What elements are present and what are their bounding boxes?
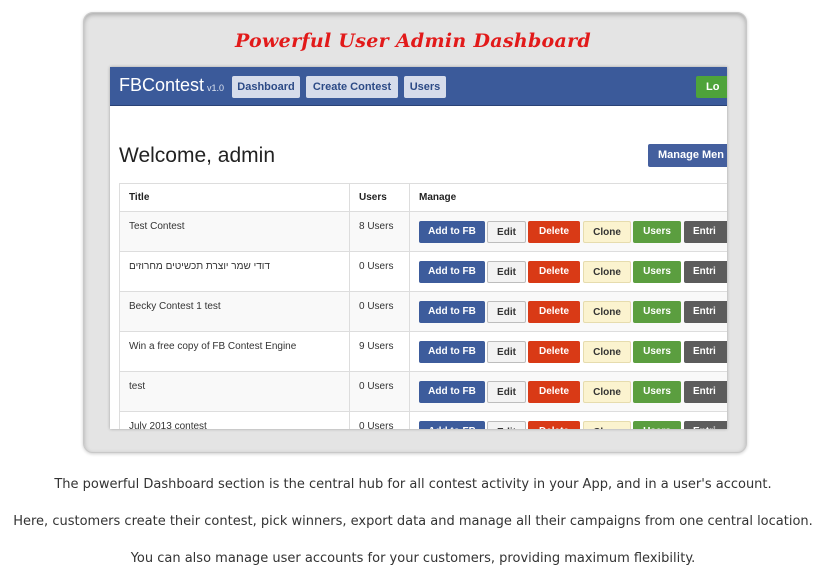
login-button[interactable]: Lo	[696, 76, 727, 98]
add-to-fb-button[interactable]: Add to FB	[419, 341, 485, 363]
edit-button[interactable]: Edit	[487, 421, 526, 429]
table-row: test 0 Users Add to FB Edit Delete Clone Users…	[120, 372, 727, 412]
contest-title: July 2013 contest	[120, 412, 350, 429]
brand-name: FBContest	[119, 75, 205, 95]
caption-3: You can also manage user accounts for yo…	[130, 551, 696, 566]
table-row: Test Contest 8 Users Add to FB Edit Delete Cl…	[120, 212, 727, 252]
contest-users-count: 0 Users	[350, 292, 410, 331]
entries-button[interactable]: Entri	[684, 381, 727, 403]
contest-title: Becky Contest 1 test	[120, 292, 350, 331]
caption-1: The powerful Dashboard section is the ce…	[54, 477, 772, 492]
delete-button[interactable]: Delete	[528, 261, 580, 283]
clone-button[interactable]: Clone	[583, 261, 631, 283]
dashboard-screenshot: FBContest v1.0 Dashboard Create Contest U…	[110, 67, 727, 429]
add-to-fb-button[interactable]: Add to FB	[419, 381, 485, 403]
table-body: Test Contest 8 Users Add to FB Edit Delete Cl…	[120, 212, 727, 429]
contest-users-count: 0 Users	[350, 252, 410, 291]
contest-title: דודי שמר יוצרת תכשיטים מחרוזים	[120, 252, 350, 291]
add-to-fb-button[interactable]: Add to FB	[419, 301, 485, 323]
contests-table: Title Users Manage Test Contest 8 Users Ad…	[119, 183, 727, 429]
users-button[interactable]: Users	[633, 261, 681, 283]
nav-create-contest[interactable]: Create Contest	[306, 76, 398, 98]
header-title: Title	[120, 184, 350, 211]
manage-actions: Add to FBEditDeleteCloneUsersEntri	[410, 372, 727, 411]
edit-button[interactable]: Edit	[487, 301, 526, 323]
brand-version: v1.0	[207, 83, 225, 93]
add-to-fb-button[interactable]: Add to FB	[419, 221, 485, 243]
clone-button[interactable]: Clone	[583, 381, 631, 403]
entries-button[interactable]: Entri	[684, 221, 727, 243]
contest-users-count: 8 Users	[350, 212, 410, 251]
clone-button[interactable]: Clone	[583, 301, 631, 323]
page-title: Welcome, admin	[119, 144, 276, 167]
manage-actions: Add to FBEditDeleteCloneUsersEntri	[410, 332, 727, 371]
clone-button[interactable]: Clone	[583, 221, 631, 243]
clone-button[interactable]: Clone	[583, 421, 631, 429]
contest-title: Win a free copy of FB Contest Engine	[120, 332, 350, 371]
contest-users-count: 0 Users	[350, 372, 410, 411]
users-button[interactable]: Users	[633, 341, 681, 363]
add-to-fb-button[interactable]: Add to FB	[419, 421, 485, 429]
table-header: Title Users Manage	[120, 184, 727, 212]
brand[interactable]: FBContest v1.0	[119, 75, 224, 96]
manage-actions: Add to FBEditDeleteCloneUsersEntri	[410, 212, 727, 251]
contest-users-count: 9 Users	[350, 332, 410, 371]
contest-title: Test Contest	[120, 212, 350, 251]
manage-actions: Add to FBEditDeleteCloneUsersEntri	[410, 252, 727, 291]
table-row: Win a free copy of FB Contest Engine 9 Us…	[120, 332, 727, 372]
contest-title: test	[120, 372, 350, 411]
clone-button[interactable]: Clone	[583, 341, 631, 363]
users-button[interactable]: Users	[633, 221, 681, 243]
top-navbar: FBContest v1.0 Dashboard Create Contest U…	[110, 67, 727, 106]
users-button[interactable]: Users	[633, 381, 681, 403]
delete-button[interactable]: Delete	[528, 381, 580, 403]
delete-button[interactable]: Delete	[528, 341, 580, 363]
delete-button[interactable]: Delete	[528, 221, 580, 243]
users-button[interactable]: Users	[633, 301, 681, 323]
table-row: July 2013 contest0 UsersAdd to FBEditDel…	[120, 412, 727, 429]
delete-button[interactable]: Delete	[528, 421, 580, 429]
table-row: דודי שמר יוצרת תכשיטים מחרוזים 0 Users Add…	[120, 252, 727, 292]
nav-users[interactable]: Users	[404, 76, 446, 98]
table-row: Becky Contest 1 test 0 Users Add to FB Edit…	[120, 292, 727, 332]
delete-button[interactable]: Delete	[528, 301, 580, 323]
manage-menu-button[interactable]: Manage Men	[648, 144, 727, 167]
header-users: Users	[350, 184, 410, 211]
edit-button[interactable]: Edit	[487, 261, 526, 283]
contest-users-count: 0 Users	[350, 412, 410, 429]
edit-button[interactable]: Edit	[487, 221, 526, 243]
header-manage: Manage	[419, 192, 457, 203]
nav-dashboard[interactable]: Dashboard	[232, 76, 300, 98]
headline: Powerful User Admin Dashboard	[234, 30, 592, 52]
add-to-fb-button[interactable]: Add to FB	[419, 261, 485, 283]
entries-button[interactable]: Entri	[684, 421, 727, 429]
entries-button[interactable]: Entri	[684, 261, 727, 283]
caption-2: Here, customers create their contest, pi…	[13, 514, 813, 529]
entries-button[interactable]: Entri	[684, 301, 727, 323]
edit-button[interactable]: Edit	[487, 381, 526, 403]
entries-button[interactable]: Entri	[684, 341, 727, 363]
manage-actions: Add to FBEditDeleteCloneUsersEntri	[410, 292, 727, 331]
manage-actions: Add to FBEditDeleteCloneUsersEntri	[410, 412, 727, 429]
edit-button[interactable]: Edit	[487, 341, 526, 363]
users-button[interactable]: Users	[633, 421, 681, 429]
